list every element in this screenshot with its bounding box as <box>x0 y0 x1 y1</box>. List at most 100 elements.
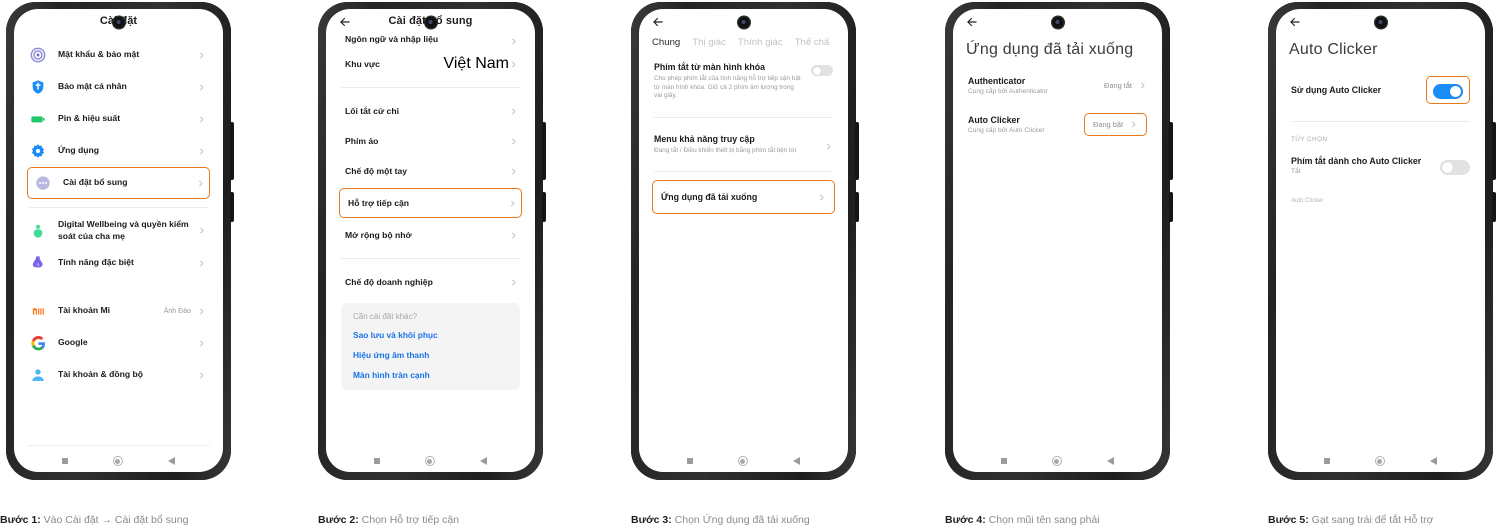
square-icon[interactable] <box>687 458 694 464</box>
settings-row-one-handed-mode[interactable]: Chế độ một tay <box>339 156 522 186</box>
back-arrow-icon[interactable] <box>651 15 665 29</box>
list-divider <box>29 207 208 208</box>
battery-icon <box>29 110 47 128</box>
row-accessibility-menu[interactable]: Menu khả năng truy cập Đang tắt / Điều k… <box>652 126 835 164</box>
power-button[interactable] <box>1169 192 1173 222</box>
link-sound-effects[interactable]: Hiệu ứng âm thanh <box>353 350 508 360</box>
volume-button[interactable] <box>1169 122 1173 180</box>
tab-the-chat[interactable]: Thể chấ <box>795 37 830 48</box>
row-downloaded-apps-highlighted[interactable]: Ứng dụng đã tải xuống <box>652 180 835 215</box>
auto-clicker-shortcut-toggle[interactable] <box>1440 159 1470 175</box>
power-button[interactable] <box>1492 192 1496 222</box>
square-icon[interactable] <box>1001 458 1008 464</box>
chevron-right-icon <box>509 137 518 146</box>
phone-1-frame: Cài đặt Mật khẩu & bảo mật Bảo mật cá nh… <box>6 2 234 480</box>
phone-3-frame: Chung Thị giác Thính giác Thể chấ Phím t… <box>631 2 859 480</box>
circle-icon[interactable] <box>112 456 123 466</box>
square-icon[interactable] <box>374 458 381 464</box>
volume-button[interactable] <box>1492 122 1496 180</box>
android-nav-bar <box>14 456 223 466</box>
tab-thinh-giac[interactable]: Thính giác <box>738 37 783 48</box>
settings-row-label: Bảo mật cá nhân <box>58 81 127 92</box>
row-use-auto-clicker[interactable]: Sử dụng Auto Clicker <box>1289 69 1472 111</box>
row-lockscreen-shortcut[interactable]: Phím tắt từ màn hình khóa Cho phép phím … <box>652 54 835 109</box>
power-button[interactable] <box>855 192 859 222</box>
settings-row-memory-extension[interactable]: Mở rộng bộ nhớ <box>339 220 522 250</box>
settings-row-virtual-keys[interactable]: Phím ảo <box>339 126 522 156</box>
settings-row-special-features[interactable]: Tính năng đặc biệt <box>27 247 210 279</box>
row-auto-clicker-shortcut[interactable]: Phím tắt dành cho Auto Clicker Tắt <box>1289 149 1472 182</box>
triangle-back-icon[interactable] <box>1429 457 1437 465</box>
circle-icon[interactable] <box>1051 456 1062 466</box>
circle-icon[interactable] <box>424 456 435 466</box>
settings-row-additional-settings-highlighted[interactable]: Cài đặt bổ sung <box>27 167 210 199</box>
caption-step-2: Bước 2: Chọn Hỗ trợ tiếp cận <box>318 514 459 526</box>
triangle-back-icon[interactable] <box>1106 457 1114 465</box>
settings-row-label: Pin & hiệu suất <box>58 113 121 124</box>
settings-row-digital-wellbeing[interactable]: Digital Wellbeing và quyền kiểm soát của… <box>27 214 210 247</box>
settings-row-personal-privacy[interactable]: Bảo mật cá nhân <box>27 71 210 103</box>
volume-button[interactable] <box>542 122 546 180</box>
use-auto-clicker-toggle[interactable] <box>1433 84 1463 99</box>
list-divider <box>654 171 833 173</box>
caption-step-text: Chọn Hỗ trợ tiếp cận <box>361 514 460 526</box>
power-button[interactable] <box>230 192 234 222</box>
settings-row-label: Cài đặt bổ sung <box>63 177 128 188</box>
settings-row-region[interactable]: Khu vực Việt Nam <box>339 49 522 79</box>
chevron-right-icon <box>197 259 206 268</box>
nav-separator <box>27 445 210 446</box>
caption-step-label: Bước 3: <box>631 514 672 526</box>
chevron-right-icon <box>508 199 517 208</box>
row-title: Phím tắt từ màn hình khóa <box>654 62 765 72</box>
row-title: Ứng dụng đã tải xuống <box>661 192 758 203</box>
power-button[interactable] <box>542 192 546 222</box>
link-backup-restore[interactable]: Sao lưu và khôi phục <box>353 330 508 340</box>
settings-row-google[interactable]: Google <box>27 327 210 359</box>
chevron-right-icon <box>197 115 206 124</box>
caption-step-1: Bước 1: Vào Cài đặt → Cài đặt bổ sung <box>0 514 188 526</box>
chevron-right-icon <box>824 142 833 151</box>
app-state-highlighted[interactable]: Đang bật <box>1084 113 1147 136</box>
settings-row-value: Ánh Đào <box>163 307 191 315</box>
back-arrow-icon[interactable] <box>338 15 352 29</box>
phone-4-frame: Ứng dụng đã tải xuống Authenticator Cung… <box>945 2 1173 480</box>
back-arrow-icon[interactable] <box>965 15 979 29</box>
footer-note: Auto Clicker <box>1291 198 1324 204</box>
caption-step-3: Bước 3: Chọn Ứng dụng đã tải xuống <box>631 514 810 526</box>
phone-4-list: Authenticator Cung cấp bởi Authenticator… <box>953 69 1162 143</box>
app-row-auto-clicker[interactable]: Auto Clicker Cung cấp bởi Auto Clicker Đ… <box>966 106 1149 143</box>
link-edge-display[interactable]: Màn hình tràn cạnh <box>353 370 508 380</box>
use-auto-clicker-toggle-highlighted[interactable] <box>1426 76 1470 104</box>
phone-2-list: Ngôn ngữ và nhập liệu Khu vực Việt Nam L… <box>326 35 535 390</box>
app-row-authenticator[interactable]: Authenticator Cung cấp bởi Authenticator… <box>966 69 1149 102</box>
square-icon[interactable] <box>62 458 69 464</box>
android-nav-bar <box>953 456 1162 466</box>
caption-step-label: Bước 1: <box>0 514 41 526</box>
settings-row-accounts-sync[interactable]: Tài khoản & đồng bộ <box>27 359 210 391</box>
triangle-back-icon[interactable] <box>792 457 800 465</box>
lockscreen-shortcut-toggle[interactable] <box>811 65 833 76</box>
tab-chung[interactable]: Chung <box>652 37 680 48</box>
settings-row-gesture-shortcuts[interactable]: Lối tắt cử chỉ <box>339 96 522 126</box>
settings-row-enterprise-mode[interactable]: Chế độ doanh nghiệp <box>339 267 522 297</box>
triangle-back-icon[interactable] <box>479 457 487 465</box>
settings-row-apps[interactable]: Ứng dụng <box>27 135 210 167</box>
phone-2-frame: Cài đặt bổ sung Ngôn ngữ và nhập liệu Kh… <box>318 2 546 480</box>
volume-button[interactable] <box>855 122 859 180</box>
circle-icon[interactable] <box>1374 456 1385 466</box>
settings-row-battery-performance[interactable]: Pin & hiệu suất <box>27 103 210 135</box>
settings-row-label: Hỗ trợ tiếp cận <box>348 198 410 208</box>
chevron-right-icon <box>197 51 206 60</box>
square-icon[interactable] <box>1324 458 1331 464</box>
list-divider <box>654 116 833 118</box>
volume-button[interactable] <box>230 122 234 180</box>
settings-row-password-security[interactable]: Mật khẩu & bảo mật <box>27 39 210 71</box>
settings-row-language-input[interactable]: Ngôn ngữ và nhập liệu <box>339 35 522 49</box>
circle-icon[interactable] <box>737 456 748 466</box>
settings-row-mi-account[interactable]: Tài khoản Mi Ánh Đào <box>27 295 210 327</box>
tab-thi-giac[interactable]: Thị giác <box>692 37 726 48</box>
triangle-back-icon[interactable] <box>167 457 175 465</box>
caption-step-5: Bước 5: Gạt sang trái để tắt Hỗ trợ <box>1268 514 1434 526</box>
back-arrow-icon[interactable] <box>1288 15 1302 29</box>
settings-row-accessibility-highlighted[interactable]: Hỗ trợ tiếp cận <box>339 188 522 218</box>
